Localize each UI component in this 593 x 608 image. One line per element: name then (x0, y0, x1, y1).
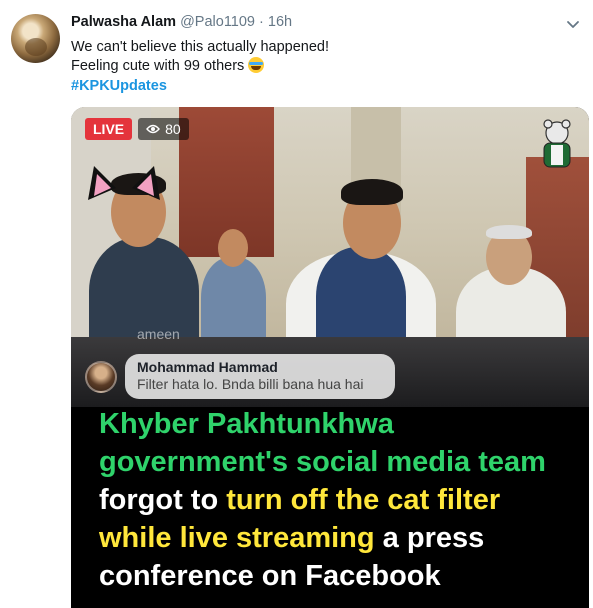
separator: · (259, 14, 264, 30)
author-name[interactable]: Palwasha Alam (71, 14, 176, 30)
tweet-text-line-2: Feeling cute with 99 others (71, 56, 265, 76)
tweet[interactable]: Palwasha Alam @Palo1109 · 16h We can't b… (0, 0, 593, 608)
live-comment: Mohammad Hammad Filter hata lo. Bnda bil… (85, 354, 395, 399)
faded-live-comment: ameen (137, 326, 180, 342)
chevron-down-icon[interactable] (565, 16, 581, 32)
author-avatar[interactable] (11, 14, 60, 63)
eye-icon (146, 124, 161, 134)
hashtag-link[interactable]: #KPKUpdates (71, 76, 167, 96)
video-caption: Khyber Pakhtunkhwa government's social m… (99, 405, 579, 595)
commenter-name: Mohammad Hammad (137, 359, 278, 375)
viewer-count-badge: 80 (138, 118, 189, 140)
author-handle[interactable]: @Palo1109 (180, 14, 255, 30)
tears-of-joy-emoji-icon (248, 57, 265, 73)
tweet-media[interactable]: LIVE 80 ameen Mohammad Hammad Filter hat… (71, 107, 589, 608)
cat-filter-ears (88, 166, 160, 200)
caption-part-green: Khyber Pakhtunkhwa government's social m… (99, 408, 546, 478)
live-badge: LIVE (85, 118, 133, 140)
tweet-timestamp[interactable]: 16h (268, 14, 292, 30)
caption-part-white-1: forgot to (99, 484, 227, 516)
viewer-count: 80 (165, 121, 181, 137)
comment-text: Filter hata lo. Bnda billi bana hua hai (137, 376, 364, 392)
tweet-text-line-1: We can't believe this actually happened! (71, 39, 330, 55)
tweet-header: Palwasha Alam @Palo1109 · 16h (71, 14, 292, 34)
live-indicator: LIVE 80 (85, 118, 189, 140)
bear-mascot-logo-icon (543, 119, 571, 168)
comment-bubble: Mohammad Hammad Filter hata lo. Bnda bil… (125, 354, 395, 399)
tweet-text-line-2-text: Feeling cute with 99 others (71, 58, 245, 74)
commenter-avatar (85, 360, 117, 393)
